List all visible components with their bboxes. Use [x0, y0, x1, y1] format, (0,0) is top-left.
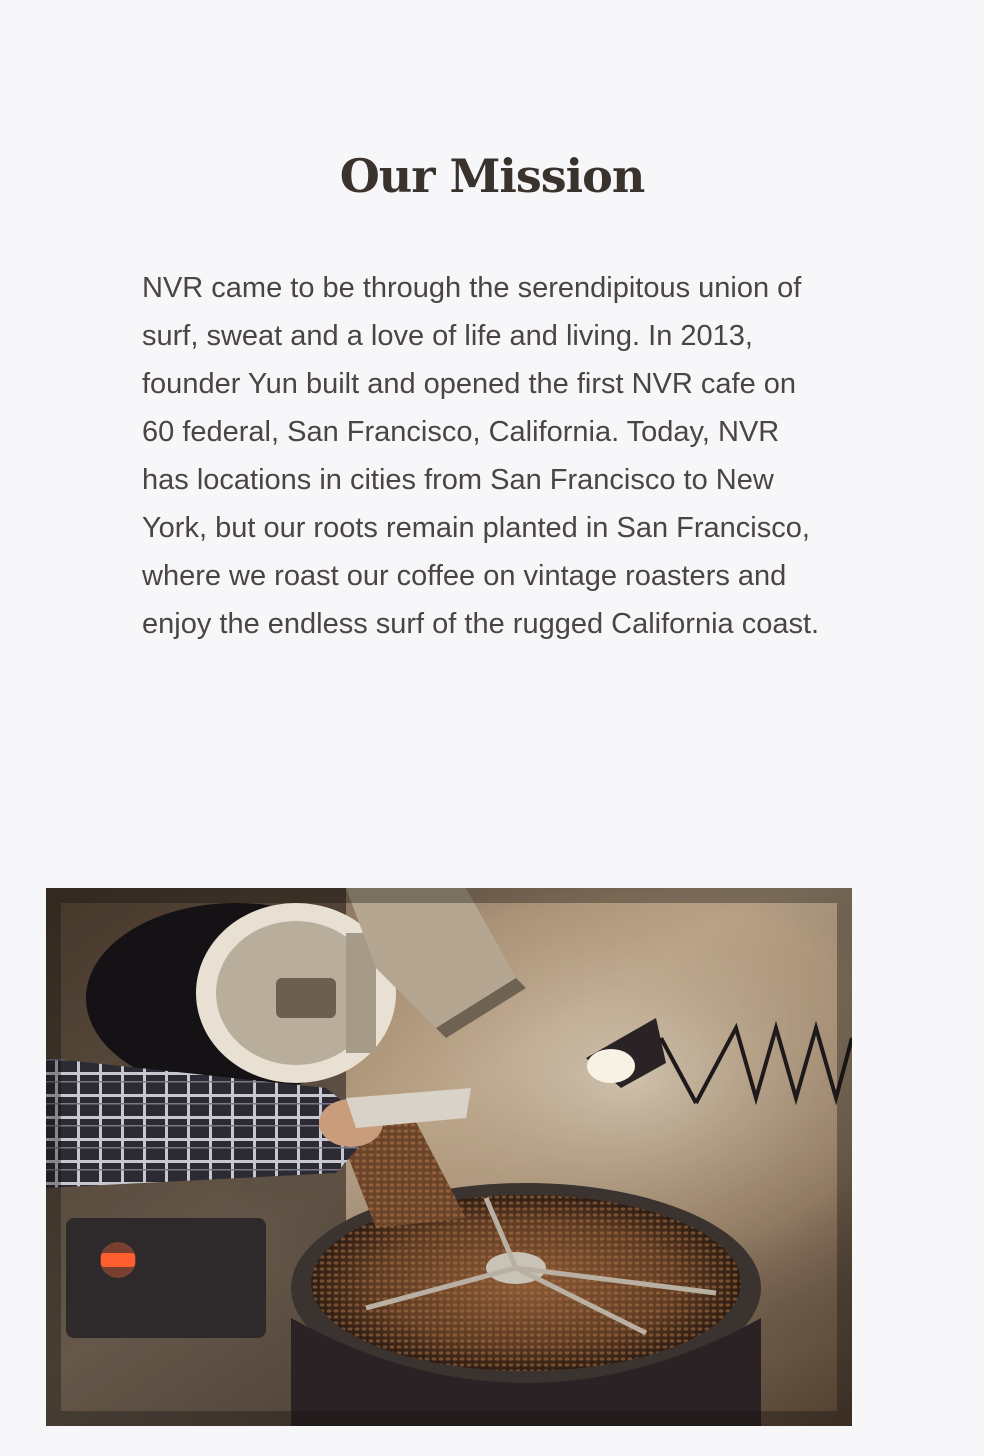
mission-title: Our Mission [339, 149, 646, 203]
coffee-roaster-photo [46, 888, 852, 1426]
mission-body-text: NVR came to be through the serendipitous… [142, 272, 820, 640]
mission-section: Our Mission NVR came to be through the s… [0, 0, 984, 1456]
